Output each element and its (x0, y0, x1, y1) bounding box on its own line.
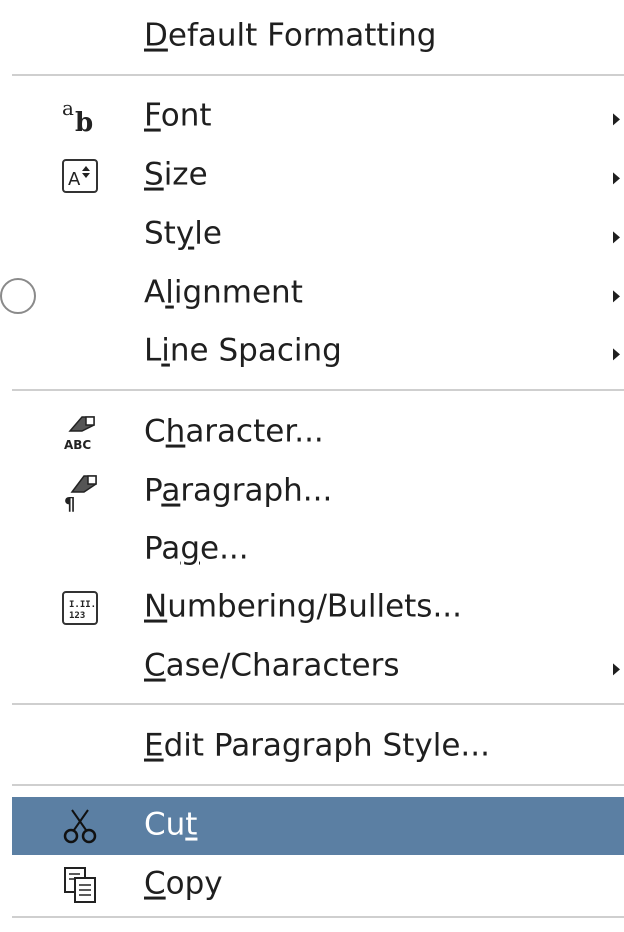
menu-item-copy[interactable]: Copy (12, 856, 624, 914)
svg-text:ABC: ABC (64, 438, 91, 452)
menu-item-label: Style (144, 215, 222, 252)
submenu-arrow-icon (613, 172, 620, 185)
menu-item-case-characters[interactable]: Case/Characters (12, 638, 624, 696)
menu-item-label: Cut (144, 806, 198, 843)
menu-item-label: Paragraph... (144, 472, 333, 509)
font-icon: a b (58, 95, 102, 139)
menu-item-label: Case/Characters (144, 647, 400, 684)
submenu-arrow-icon (613, 663, 620, 676)
menu-item-label: Character... (144, 413, 324, 450)
menu-item-label: Alignment (144, 274, 303, 311)
menu-item-size[interactable]: A Size (12, 147, 624, 205)
menu-item-alignment[interactable]: Alignment (12, 265, 624, 323)
menu-item-label: Size (144, 156, 208, 193)
menu-item-line-spacing[interactable]: Line Spacing (12, 323, 624, 381)
svg-text:¶: ¶ (64, 494, 75, 514)
menu-item-label: Numbering/Bullets... (144, 588, 463, 625)
menu-item-label: Default Formatting (144, 17, 437, 54)
menu-item-page[interactable]: Page... (12, 521, 624, 579)
scissors-icon (58, 804, 102, 848)
menu-separator (12, 916, 624, 918)
menu-separator (12, 784, 624, 786)
font-size-icon: A (58, 154, 102, 198)
svg-text:a: a (62, 96, 74, 120)
character-icon: ABC (58, 411, 102, 455)
menu-item-style[interactable]: Style (12, 206, 624, 264)
menu-item-label: Page... (144, 530, 249, 567)
menu-item-default-formatting[interactable]: Default Formatting (12, 8, 624, 66)
svg-text:I.II.: I.II. (69, 600, 96, 610)
svg-text:b: b (75, 108, 93, 138)
copy-icon (58, 863, 102, 907)
menu-item-label: Edit Paragraph Style... (144, 727, 490, 764)
radio-indicator-icon (0, 278, 36, 314)
numbering-icon: I.II. 123 (58, 586, 102, 630)
menu-item-character[interactable]: ABC Character... (12, 404, 624, 462)
submenu-arrow-icon (613, 231, 620, 244)
menu-item-edit-paragraph-style[interactable]: Edit Paragraph Style... (12, 718, 624, 776)
svg-text:A: A (68, 169, 81, 190)
submenu-arrow-icon (613, 290, 620, 303)
submenu-arrow-icon (613, 348, 620, 361)
paragraph-icon: ¶ (58, 470, 102, 514)
menu-item-label: Font (144, 97, 212, 134)
menu-item-label: Copy (144, 865, 223, 902)
menu-item-paragraph[interactable]: ¶ Paragraph... (12, 463, 624, 521)
menu-separator (12, 389, 624, 391)
menu-item-numbering-bullets[interactable]: I.II. 123 Numbering/Bullets... (12, 579, 624, 637)
menu-item-cut[interactable]: Cut (12, 797, 624, 855)
context-menu: Default Formatting a b Font A Size Style (0, 0, 624, 932)
menu-separator (12, 703, 624, 705)
menu-separator (12, 74, 624, 76)
submenu-arrow-icon (613, 113, 620, 126)
menu-item-font[interactable]: a b Font (12, 88, 624, 146)
svg-text:123: 123 (69, 611, 85, 621)
menu-item-label: Line Spacing (144, 332, 342, 369)
